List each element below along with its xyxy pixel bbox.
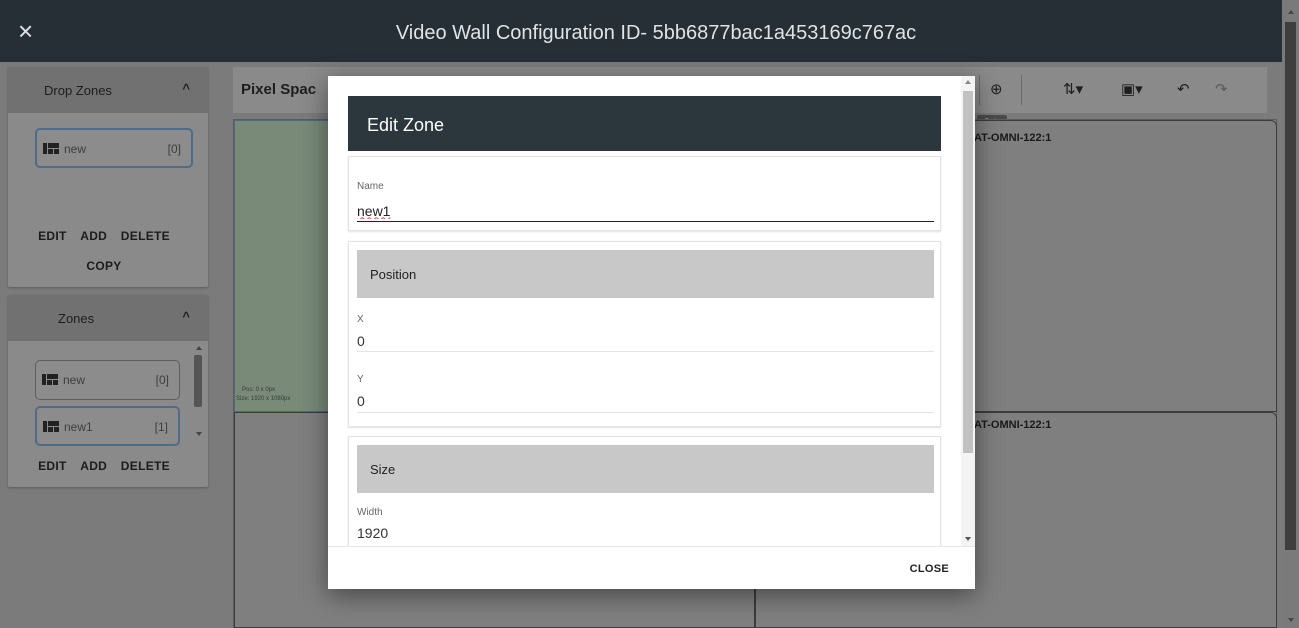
- grid-icon: [43, 421, 59, 432]
- edit-button[interactable]: EDIT: [38, 459, 67, 473]
- name-label: Name: [357, 181, 384, 192]
- drop-zones-actions-row2: COPY: [0, 259, 208, 273]
- zone-item-selected[interactable]: new1 [1]: [35, 406, 180, 446]
- dialog-scroll-thumb[interactable]: [963, 91, 973, 453]
- zone-name: new: [63, 373, 86, 387]
- scroll-up-icon[interactable]: [1288, 10, 1294, 14]
- zone-position-text: Pos: 0 x 0px: [242, 387, 276, 393]
- position-title: Position: [370, 267, 417, 282]
- chevron-up-icon[interactable]: ^: [182, 81, 190, 96]
- size-section: Size Width 1920: [348, 436, 941, 546]
- drop-zones-header[interactable]: Drop Zones ^: [8, 67, 208, 113]
- dialog-header: Edit Zone: [348, 96, 941, 151]
- zones-header[interactable]: Zones ^: [8, 295, 208, 341]
- drop-zones-title: Drop Zones: [44, 83, 112, 98]
- position-header: Position: [357, 250, 934, 298]
- y-field-underline: [357, 412, 934, 413]
- dialog-scrollbar[interactable]: [961, 76, 975, 546]
- y-label: Y: [357, 374, 364, 385]
- zone-count: [1]: [154, 420, 168, 434]
- name-field[interactable]: [357, 200, 934, 222]
- output-label: AT-OMNI-122:1: [974, 419, 1052, 431]
- scroll-down-icon[interactable]: [1288, 618, 1294, 622]
- zone-count: [0]: [155, 373, 169, 387]
- page-scrollbar[interactable]: [1282, 0, 1299, 628]
- add-button[interactable]: ADD: [80, 459, 107, 473]
- output-label: AT-OMNI-122:1: [974, 132, 1052, 144]
- close-button[interactable]: CLOSE: [910, 563, 949, 575]
- grid-icon: [43, 143, 59, 154]
- redo-icon[interactable]: ↷: [1215, 80, 1228, 98]
- position-section: Position X 0 Y 0: [348, 241, 941, 427]
- zones-actions: EDIT ADD DELETE: [0, 459, 208, 473]
- edit-button[interactable]: EDIT: [38, 229, 67, 243]
- size-header: Size: [357, 445, 934, 493]
- size-title: Size: [370, 462, 396, 477]
- chevron-up-icon[interactable]: ^: [182, 309, 190, 324]
- drop-zone-count: [0]: [167, 142, 181, 156]
- edit-zone-dialog: Edit Zone Name Position X 0 Y 0 Size Wid…: [328, 76, 975, 589]
- scroll-up-icon[interactable]: [196, 346, 202, 350]
- drop-zones-actions: EDIT ADD DELETE: [0, 229, 208, 243]
- zone-size-text: Size: 1920 x 1080px: [236, 396, 291, 402]
- undo-icon[interactable]: ↶: [1177, 80, 1190, 98]
- delete-button[interactable]: DELETE: [121, 459, 170, 473]
- width-field[interactable]: 1920: [357, 525, 388, 541]
- grid-icon: [42, 374, 58, 385]
- x-field[interactable]: 0: [357, 333, 365, 349]
- page-scroll-thumb[interactable]: [1285, 22, 1296, 550]
- x-field-underline: [357, 351, 934, 352]
- name-section: Name: [348, 156, 941, 231]
- zoom-in-icon[interactable]: ⊕: [990, 80, 1003, 98]
- drop-zone-name: new: [64, 142, 87, 156]
- x-label: X: [357, 314, 364, 325]
- toolbar-divider: [979, 75, 980, 105]
- scroll-down-icon[interactable]: [196, 432, 202, 436]
- dialog-title: Edit Zone: [367, 115, 445, 135]
- zone-rectangle[interactable]: [234, 120, 329, 412]
- zone-item[interactable]: new [0]: [35, 360, 180, 400]
- width-label: Width: [357, 507, 383, 518]
- add-button[interactable]: ADD: [80, 229, 107, 243]
- scroll-up-icon[interactable]: [965, 80, 971, 84]
- zones-panel: Zones ^ new [0] new1 [1] EDIT ADD DELETE: [8, 295, 208, 487]
- zone-name: new1: [64, 420, 93, 434]
- page-title: Video Wall Configuration ID- 5bb6877bac1…: [395, 22, 917, 44]
- zones-scrollbar[interactable]: [194, 355, 202, 407]
- toolbar-divider: [1021, 75, 1022, 105]
- drop-zones-panel: Drop Zones ^ new [0] EDIT ADD DELETE COP…: [8, 67, 208, 287]
- sync-icon[interactable]: ⇅▾: [1063, 80, 1083, 98]
- delete-button[interactable]: DELETE: [121, 229, 170, 243]
- pixel-space-title: Pixel Spac: [241, 81, 317, 98]
- zones-title: Zones: [58, 311, 95, 326]
- drop-zone-item[interactable]: new [0]: [35, 128, 193, 168]
- y-field[interactable]: 0: [357, 393, 365, 409]
- dialog-body: Edit Zone Name Position X 0 Y 0 Size Wid…: [328, 76, 961, 546]
- copy-button[interactable]: COPY: [86, 259, 121, 273]
- scroll-down-icon[interactable]: [965, 537, 971, 541]
- dialog-footer: CLOSE: [328, 546, 975, 589]
- title-bar: × Video Wall Configuration ID- 5bb6877ba…: [0, 0, 1282, 62]
- save-icon[interactable]: ▣▾: [1121, 80, 1143, 98]
